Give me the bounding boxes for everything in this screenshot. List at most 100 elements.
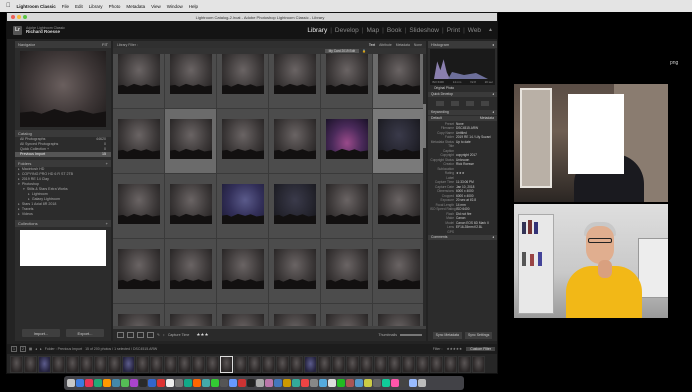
grid-cell[interactable] xyxy=(217,54,269,109)
dock-app-icon[interactable] xyxy=(220,379,228,387)
photo-thumbnail[interactable] xyxy=(326,184,368,224)
filmstrip-thumbnail[interactable] xyxy=(262,356,275,373)
collections-header[interactable]: Collections + xyxy=(15,220,111,227)
filmstrip-thumbnail[interactable] xyxy=(290,356,303,373)
disclosure-icon[interactable]: ▾ xyxy=(23,187,25,191)
filter-tab-metadata[interactable]: Metadata xyxy=(396,43,410,47)
apple-icon[interactable]:  xyxy=(6,3,11,9)
menu-file[interactable]: File xyxy=(62,4,69,9)
filter-tab-attribute[interactable]: Attribute xyxy=(379,43,392,47)
photo-thumbnail[interactable] xyxy=(378,119,420,159)
filmstrip-thumbnail[interactable] xyxy=(10,356,23,373)
export-button[interactable]: Export... xyxy=(66,329,104,337)
grid-cell[interactable] xyxy=(373,54,425,109)
dock-app-icon[interactable] xyxy=(274,379,282,387)
photo-thumbnail[interactable] xyxy=(274,249,316,289)
module-library[interactable]: Library xyxy=(307,27,327,34)
sync-settings-button[interactable]: Sync Settings xyxy=(464,331,493,339)
photo-thumbnail[interactable] xyxy=(170,119,212,159)
filmstrip-thumbnail[interactable] xyxy=(94,356,107,373)
filmstrip-thumbnail[interactable] xyxy=(234,356,247,373)
filmstrip-thumbnail[interactable] xyxy=(318,356,331,373)
disclosure-icon[interactable]: ▸ xyxy=(18,212,20,216)
back-icon[interactable]: ◂ xyxy=(35,347,37,351)
menu-library[interactable]: Library xyxy=(89,4,103,9)
dock-app-icon[interactable] xyxy=(184,379,192,387)
dock-app-icon[interactable] xyxy=(166,379,174,387)
grid-cell[interactable] xyxy=(113,109,165,174)
photo-thumbnail[interactable] xyxy=(222,314,264,326)
filmstrip-thumbnail[interactable] xyxy=(304,356,317,373)
filmstrip-thumbnail[interactable] xyxy=(360,356,373,373)
grid-cell[interactable] xyxy=(373,239,425,304)
grid-cell[interactable] xyxy=(217,239,269,304)
filmstrip-thumbnail[interactable] xyxy=(388,356,401,373)
star-filter[interactable]: ★★★★★ xyxy=(446,347,462,351)
photo-thumbnail[interactable] xyxy=(222,184,264,224)
photo-thumbnail[interactable] xyxy=(326,249,368,289)
page-1-button[interactable]: 1 xyxy=(11,346,17,352)
photo-thumbnail[interactable] xyxy=(222,119,264,159)
photo-thumbnail[interactable] xyxy=(118,54,160,94)
photo-thumbnail[interactable] xyxy=(170,184,212,224)
filmstrip-thumbnail[interactable] xyxy=(416,356,429,373)
filter-tab-text[interactable]: Text xyxy=(369,43,375,47)
qd-button[interactable] xyxy=(435,100,444,106)
dock-app-icon[interactable] xyxy=(76,379,84,387)
module-book[interactable]: Book xyxy=(387,27,402,34)
photo-thumbnail[interactable] xyxy=(326,54,368,94)
filmstrip-thumbnail[interactable] xyxy=(472,356,485,373)
grid-cell[interactable] xyxy=(269,304,321,326)
dock-app-icon[interactable] xyxy=(202,379,210,387)
minimize-window-icon[interactable] xyxy=(17,15,21,19)
metadata-header[interactable]: Default Metadata xyxy=(428,115,497,121)
catalog-header[interactable]: Catalog xyxy=(15,130,111,137)
comments-header[interactable]: Comments ◂ xyxy=(428,235,497,240)
filmstrip-thumbnail[interactable] xyxy=(374,356,387,373)
grid-cell[interactable] xyxy=(269,109,321,174)
photo-thumbnail[interactable] xyxy=(274,314,316,326)
module-map[interactable]: Map xyxy=(366,27,379,34)
grid-icon[interactable]: ▦ xyxy=(29,347,32,351)
dock-app-icon[interactable] xyxy=(337,379,345,387)
filmstrip-thumbnail[interactable] xyxy=(192,356,205,373)
filmstrip-source[interactable]: Folder : Previous Import xyxy=(45,347,82,351)
dock-app-icon[interactable] xyxy=(85,379,93,387)
grid-cell[interactable] xyxy=(373,109,425,174)
menu-photo[interactable]: Photo xyxy=(109,4,121,9)
filmstrip-thumbnail[interactable] xyxy=(430,356,443,373)
grid-cell[interactable] xyxy=(165,304,217,326)
scrollbar-thumb[interactable] xyxy=(423,104,426,148)
dock-app-icon[interactable] xyxy=(265,379,273,387)
photo-thumbnail[interactable] xyxy=(118,314,160,326)
forward-icon[interactable]: ▸ xyxy=(40,347,42,351)
dock-app-icon[interactable] xyxy=(121,379,129,387)
dock-app-icon[interactable] xyxy=(193,379,201,387)
photo-thumbnail[interactable] xyxy=(222,54,264,94)
filmstrip-thumbnail[interactable] xyxy=(458,356,471,373)
filmstrip-thumbnail[interactable] xyxy=(38,356,51,373)
filmstrip-filter-select[interactable]: Custom Filter xyxy=(466,347,495,351)
grid-cell[interactable] xyxy=(269,54,321,109)
grid-cell[interactable] xyxy=(321,109,373,174)
menu-view[interactable]: View xyxy=(151,4,161,9)
dock-app-icon[interactable] xyxy=(292,379,300,387)
disclosure-icon[interactable]: ▸ xyxy=(18,167,20,171)
dock-app-icon[interactable] xyxy=(418,379,426,387)
histogram-header[interactable]: Histogram ◂ xyxy=(428,41,497,48)
sort-direction-icon[interactable]: ↕ xyxy=(163,333,165,337)
compare-view-icon[interactable] xyxy=(137,332,144,338)
grid-cell[interactable] xyxy=(217,174,269,239)
dock-app-icon[interactable] xyxy=(310,379,318,387)
grid-cell[interactable] xyxy=(217,109,269,174)
grid-cell[interactable] xyxy=(217,304,269,326)
loupe-view-icon[interactable] xyxy=(127,332,134,338)
filmstrip-thumbnail[interactable] xyxy=(164,356,177,373)
collapse-icon[interactable]: ◂ xyxy=(492,42,494,47)
filmstrip-thumbnail[interactable] xyxy=(24,356,37,373)
disclosure-icon[interactable]: ▾ xyxy=(18,182,20,186)
photo-thumbnail[interactable] xyxy=(118,119,160,159)
disclosure-icon[interactable]: ▸ xyxy=(28,197,30,201)
folder-item[interactable]: ▸ Videos xyxy=(15,212,111,217)
page-2-button[interactable]: 2 xyxy=(19,346,26,352)
